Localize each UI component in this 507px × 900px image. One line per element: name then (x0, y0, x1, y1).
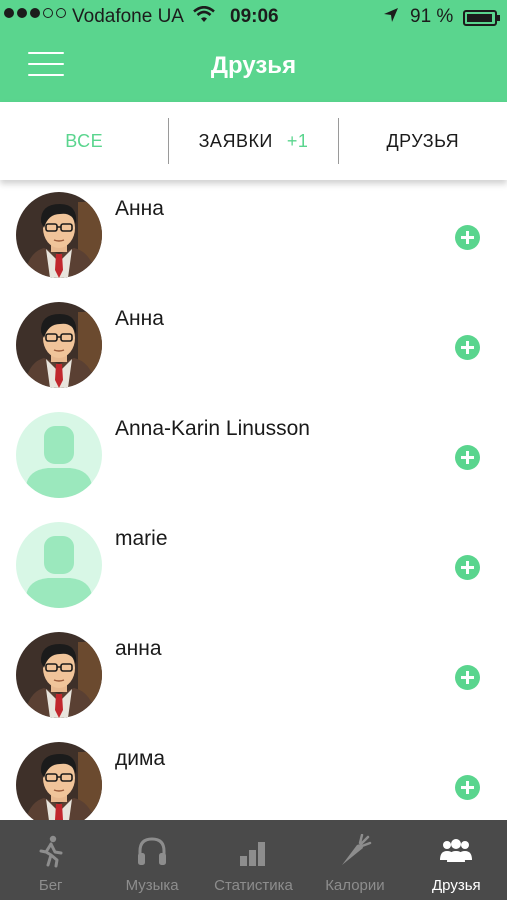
list-item[interactable]: анна (0, 620, 507, 730)
wifi-icon (193, 5, 215, 30)
avatar (16, 632, 102, 718)
carrier-name: Vodafone UA (72, 6, 184, 27)
tabbar-label: Калории (325, 877, 385, 894)
bottom-tab-bar: Бег Музыка Статистика Калории Друзья (0, 820, 507, 900)
tab-all[interactable]: ВСЕ (0, 102, 168, 180)
tabbar-label: Бег (38, 877, 63, 894)
tabbar-label: Музыка (125, 877, 179, 894)
add-friend-button[interactable] (455, 555, 480, 580)
add-friend-button[interactable] (455, 445, 480, 470)
friend-name: Anna-Karin Linusson (115, 417, 310, 440)
add-friend-button[interactable] (455, 225, 480, 250)
avatar (16, 412, 102, 498)
location-arrow-icon (383, 7, 399, 29)
tabbar-label: Статистика (214, 877, 293, 894)
friend-name: дима (115, 747, 166, 770)
tabbar-item-run[interactable]: Бег (0, 820, 101, 900)
list-item[interactable]: marie (0, 510, 507, 620)
add-friend-button[interactable] (455, 335, 480, 360)
add-friend-button[interactable] (455, 665, 480, 690)
carrot-icon (341, 834, 372, 865)
page-title: Друзья (210, 52, 297, 79)
battery-icon (463, 10, 500, 26)
tabbar-item-friends[interactable]: Друзья (406, 820, 507, 900)
app-header: Vodafone UA 09:06 91 % Друзья (0, 0, 507, 102)
list-item[interactable]: Анна (0, 180, 507, 290)
add-friend-button[interactable] (455, 775, 480, 800)
bar-chart-icon (239, 842, 265, 866)
tabbar-item-music[interactable]: Музыка (101, 820, 202, 900)
list-item[interactable]: Анна (0, 290, 507, 400)
avatar (16, 192, 102, 278)
tab-friends[interactable]: ДРУЗЬЯ (339, 102, 507, 180)
avatar (16, 302, 102, 388)
runner-icon (39, 835, 63, 868)
friends-list[interactable]: Анна Анна Anna-Karin Linusson marie анна… (0, 180, 507, 820)
status-time: 09:06 (230, 6, 279, 27)
avatar (16, 742, 102, 820)
headphones-icon (138, 837, 167, 865)
avatar (16, 522, 102, 608)
friend-name: анна (115, 637, 162, 660)
list-item[interactable]: дима (0, 730, 507, 820)
tabbar-label: Друзья (432, 877, 481, 894)
friend-name: marie (115, 527, 168, 550)
tab-requests-label: ЗАЯВКИ (198, 130, 273, 151)
friend-name: Анна (115, 197, 164, 220)
friends-filter-tabs: ВСЕ ЗАЯВКИ +1 ДРУЗЬЯ (0, 102, 507, 180)
list-item[interactable]: Anna-Karin Linusson (0, 400, 507, 510)
tab-all-label: ВСЕ (65, 130, 104, 151)
tabbar-item-calories[interactable]: Калории (304, 820, 405, 900)
battery-percentage: 91 % (410, 6, 454, 27)
friend-name: Анна (115, 307, 164, 330)
signal-strength-icon (4, 8, 66, 18)
friends-icon (440, 839, 473, 862)
status-bar: Vodafone UA 09:06 91 % (0, 0, 507, 34)
tabbar-item-statistics[interactable]: Статистика (203, 820, 304, 900)
requests-count-badge: +1 (286, 130, 309, 151)
tab-friends-label: ДРУЗЬЯ (386, 130, 460, 151)
tab-requests[interactable]: ЗАЯВКИ +1 (169, 102, 337, 180)
